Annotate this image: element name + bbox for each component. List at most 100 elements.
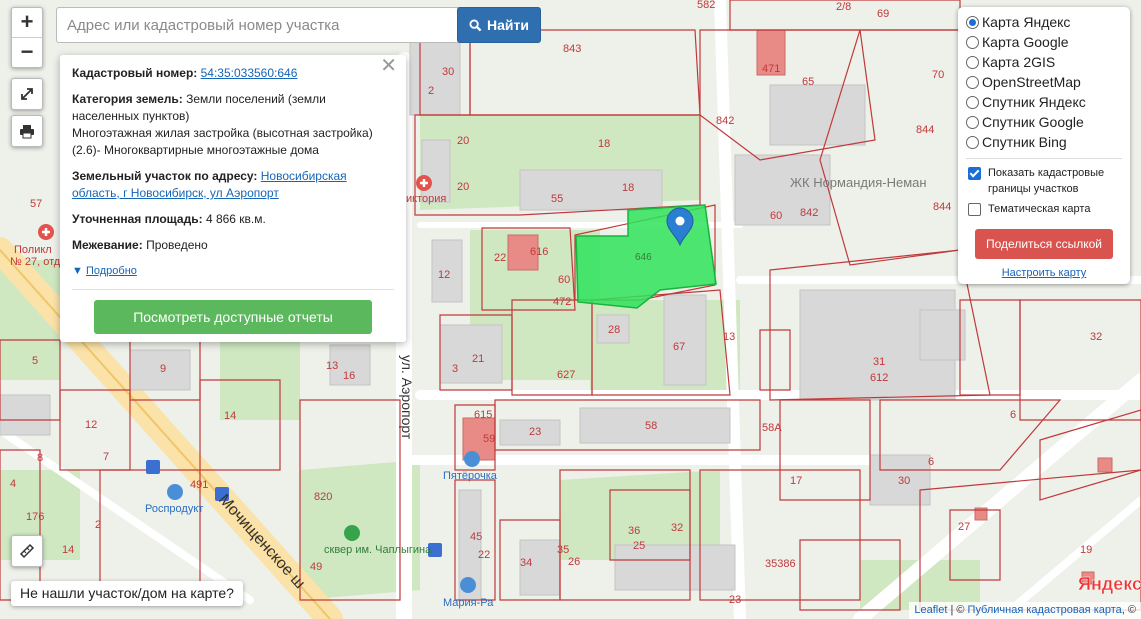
thematic-map-checkbox[interactable]: Тематическая карта [966,201,1122,217]
search-button[interactable]: Найти [457,7,541,43]
area-value: 4 866 кв.м. [205,212,266,226]
survey-value: Проведено [146,238,208,252]
zoom-in-button[interactable]: + [12,8,42,37]
poi-label-poliklinika: Поликл [14,244,52,256]
show-borders-checkbox[interactable]: Показать кадастровые границы участков [966,165,1122,197]
close-icon[interactable]: ✕ [380,56,397,76]
layer-option[interactable]: OpenStreetMap [966,72,1122,92]
checkbox-icon[interactable] [968,203,981,216]
parcel-number-label: 14 [62,544,74,556]
details-toggle[interactable]: ▼ Подробно [72,263,394,280]
parcel-number-label: 55 [551,193,563,205]
base-layer-options: Карта Яндекс Карта Google Карта 2GIS OpenSt… [966,12,1122,152]
parcel-info-popup: ✕ Кадастровый номер: 54:35:033560:646 Ка… [60,55,406,342]
cadastral-number-link[interactable]: 54:35:033560:646 [201,66,298,80]
parcel-number-label: 18 [622,182,634,194]
search-button-label: Найти [487,17,529,33]
parcel-number-label: 844 [933,201,951,213]
search-input[interactable] [56,7,463,43]
yandex-logo: Яндекс [1078,574,1141,594]
thematic-map-label: Тематическая карта [988,203,1091,215]
radio-icon[interactable] [966,95,979,109]
parcel-number-label: 612 [870,372,888,384]
ruler-icon [19,543,35,559]
print-button[interactable] [11,115,43,147]
parcel-number-label: 25 [633,540,645,552]
share-link-button[interactable]: Поделиться ссылкой [975,229,1113,259]
layer-option[interactable]: Карта 2GIS [966,52,1122,72]
checkbox-checked-icon[interactable] [968,167,981,180]
parcel-number-label: 36 [628,525,640,537]
parcel-number-label: 60 [558,274,570,286]
radio-icon[interactable] [966,135,979,149]
layer-option-label: Спутник Google [982,114,1084,130]
parcel-number-label: 3 [452,363,458,375]
parcel-number-label: 820 [314,491,332,503]
popup-divider [72,289,394,290]
printer-icon [20,125,34,139]
parcel-number-label: 58 [645,420,657,432]
parcel-number-label: 69 [877,8,889,20]
view-reports-button[interactable]: Посмотреть доступные отчеты [94,300,372,334]
poi-label-rosprodukt: Роспродукт [145,503,203,515]
poi-label-pyaterochka: Пятёрочка [443,470,498,482]
details-link[interactable]: Подробно [86,265,137,277]
radio-icon[interactable] [966,55,979,69]
parcel-number-label: 22 [494,252,506,264]
layer-option-label: Карта 2GIS [982,54,1056,70]
leaflet-link[interactable]: Leaflet [914,604,947,616]
parcel-number-label: 842 [800,207,818,219]
parcel-number-label: 20 [457,181,469,193]
parcel-number-label: 60 [770,210,782,222]
parcel-number-label: 8 [37,452,43,464]
parcel-number-label: 6 [928,456,934,468]
parcel-number-label: 12 [438,269,450,281]
land-category-label: Категория земель: [72,92,183,106]
parcel-number-label: 17 [790,475,802,487]
parcel-number-label: 45 [470,531,482,543]
triangle-down-icon: ▼ [72,265,83,277]
parcel-number-label: 19 [1080,544,1092,556]
parcel-number-label: 18 [598,138,610,150]
pkk-link[interactable]: Публичная кадастровая карта [968,604,1122,616]
attribution-separator: | © [947,604,968,616]
parcel-number-label: 57 [30,198,42,210]
parcel-number-label: 4 [10,478,16,490]
layer-option[interactable]: Спутник Google [966,112,1122,132]
parcel-number-label: 6 [1010,409,1016,421]
configure-map-link[interactable]: Настроить карту [966,267,1122,279]
expand-icon [21,88,33,100]
zoom-control: + − [11,7,43,68]
layer-option[interactable]: Спутник Яндекс [966,92,1122,112]
radio-icon[interactable] [966,115,979,129]
fullscreen-button[interactable] [11,78,43,110]
layer-divider [966,158,1122,159]
parcel-number-label: 30 [442,66,454,78]
parcel-label-selected: 646 [635,252,652,263]
radio-icon[interactable] [966,35,979,49]
layer-option[interactable]: Спутник Bing [966,132,1122,152]
poi-label-maria-ra: Мария-Ра [443,597,494,609]
layer-option[interactable]: Карта Яндекс [966,12,1122,32]
parcel-number-label: 49 [310,561,322,573]
parcel-number-label: 35 [557,544,569,556]
layer-option-label: OpenStreetMap [982,74,1081,90]
ruler-button[interactable] [11,535,43,567]
parcel-number-label: 34 [520,557,532,569]
not-found-button[interactable]: Не нашли участок/дом на карте? [11,581,243,606]
parcel-number-label: 13 [723,331,735,343]
zoom-out-button[interactable]: − [12,37,42,67]
supermarket-icon [464,451,480,467]
parcel-number-label: 471 [762,63,780,75]
parcel-number-label: 627 [557,369,575,381]
layer-option[interactable]: Карта Google [966,32,1122,52]
radio-icon[interactable] [966,75,979,89]
parcel-number-label: 844 [916,124,934,136]
layer-option-label: Карта Яндекс [982,14,1071,30]
radio-icon[interactable] [966,15,979,29]
layer-option-label: Спутник Bing [982,134,1067,150]
parcel-number-label: 59 [483,433,495,445]
parcel-number-label: 31 [873,356,885,368]
bus-stop-icon [146,460,160,474]
parcel-number-label: 7 [103,451,109,463]
